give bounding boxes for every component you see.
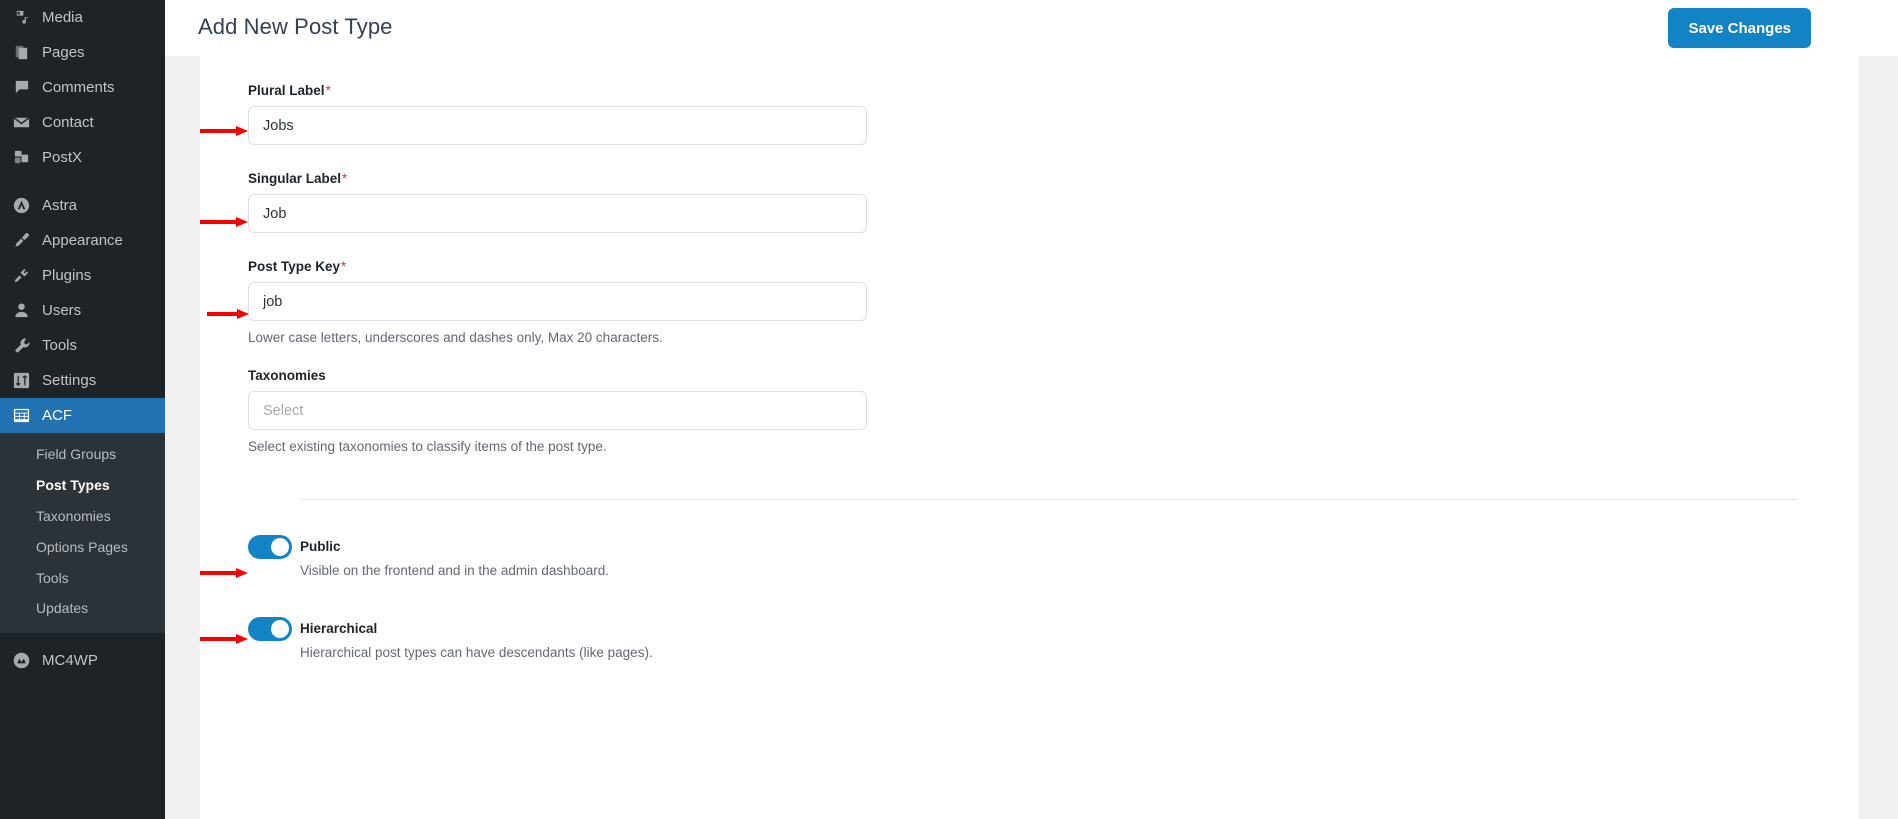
sidebar-item-media[interactable]: Media (0, 0, 165, 35)
admin-sidebar: Media Pages Comments Contact PostX Astra… (0, 0, 165, 819)
sidebar-item-label: Pages (42, 44, 85, 61)
singular-label-input[interactable] (248, 194, 867, 233)
form-inner: Plural Label* Singular Label* Post (200, 56, 1859, 660)
page-header: Add New Post Type Save Changes (165, 0, 1898, 56)
sidebar-item-label: Comments (42, 79, 115, 96)
sidebar-item-label: Settings (42, 372, 97, 389)
sidebar-item-users[interactable]: Users (0, 293, 165, 328)
post-type-form-panel: Plural Label* Singular Label* Post (200, 56, 1859, 819)
hierarchical-toggle-description: Hierarchical post types can have descend… (300, 645, 653, 660)
singular-label-text: Singular Label (248, 171, 342, 186)
public-toggle-description: Visible on the frontend and in the admin… (300, 563, 609, 578)
sidebar-item-label: Plugins (42, 267, 92, 284)
sidebar-item-acf[interactable]: ACF (0, 398, 165, 433)
postx-icon (11, 148, 31, 168)
hierarchical-toggle[interactable] (248, 617, 292, 641)
main-area: Add New Post Type Save Changes Plural La… (165, 0, 1898, 819)
post-type-key-text: Post Type Key (248, 259, 341, 274)
post-type-key-label: Post Type Key* (248, 259, 1859, 274)
plural-label-input[interactable] (248, 106, 867, 145)
public-toggle[interactable] (248, 535, 292, 559)
sidebar-item-mc4wp[interactable]: MC4WP (0, 643, 165, 678)
sidebar-item-tools[interactable]: Tools (0, 328, 165, 363)
field-post-type-key: Post Type Key* Lower case letters, under… (248, 259, 1859, 345)
taxonomies-help: Select existing taxonomies to classify i… (248, 439, 607, 454)
sidebar-item-label: Tools (42, 337, 78, 354)
appearance-brush-icon (11, 231, 31, 251)
sidebar-subitem-updates[interactable]: Updates (0, 593, 165, 624)
plural-label-text: Plural Label (248, 83, 325, 98)
sidebar-subitem-options-pages[interactable]: Options Pages (0, 532, 165, 563)
pages-icon (11, 43, 31, 63)
required-marker: * (325, 83, 331, 98)
post-type-key-help: Lower case letters, underscores and dash… (248, 330, 663, 345)
toggle-row-hierarchical: Hierarchical Hierarchical post types can… (248, 617, 1859, 660)
sidebar-item-label: Media (42, 9, 83, 26)
sidebar-item-label: ACF (42, 407, 72, 424)
media-icon (11, 8, 31, 28)
acf-grid-icon (11, 406, 31, 426)
sidebar-subitem-taxonomies[interactable]: Taxonomies (0, 501, 165, 532)
admin-screen: Media Pages Comments Contact PostX Astra… (0, 0, 1898, 819)
taxonomies-label: Taxonomies (248, 368, 1859, 383)
sidebar-subitem-field-groups[interactable]: Field Groups (0, 439, 165, 470)
sidebar-item-label: PostX (42, 149, 83, 166)
public-toggle-title: Public (300, 539, 341, 554)
field-plural-label: Plural Label* (248, 83, 1859, 145)
sidebar-separator (0, 175, 165, 188)
required-marker: * (342, 171, 348, 186)
acf-submenu: Field Groups Post Types Taxonomies Optio… (0, 433, 165, 634)
mc4wp-icon (11, 651, 31, 671)
taxonomies-label-text: Taxonomies (248, 368, 326, 383)
save-changes-button[interactable]: Save Changes (1668, 8, 1811, 48)
sidebar-item-pages[interactable]: Pages (0, 35, 165, 70)
tools-wrench-icon (11, 336, 31, 356)
required-marker: * (341, 259, 347, 274)
singular-label-label: Singular Label* (248, 171, 1859, 186)
sidebar-item-comments[interactable]: Comments (0, 70, 165, 105)
hierarchical-toggle-title: Hierarchical (300, 621, 378, 636)
sidebar-subitem-post-types[interactable]: Post Types (0, 470, 165, 501)
astra-icon (11, 196, 31, 216)
page-title: Add New Post Type (198, 14, 393, 39)
sidebar-item-appearance[interactable]: Appearance (0, 223, 165, 258)
users-icon (11, 301, 31, 321)
sidebar-item-postx[interactable]: PostX (0, 140, 165, 175)
taxonomies-select-input[interactable] (248, 391, 867, 430)
plural-label-label: Plural Label* (248, 83, 1859, 98)
settings-sliders-icon (11, 371, 31, 391)
sidebar-item-label: MC4WP (42, 652, 98, 670)
sidebar-item-label: Contact (42, 114, 94, 131)
comments-icon (11, 78, 31, 98)
sidebar-item-astra[interactable]: Astra (0, 188, 165, 223)
sidebar-item-settings[interactable]: Settings (0, 363, 165, 398)
sidebar-separator-bottom (0, 633, 165, 643)
plugins-plug-icon (11, 266, 31, 286)
sidebar-item-plugins[interactable]: Plugins (0, 258, 165, 293)
sidebar-item-contact[interactable]: Contact (0, 105, 165, 140)
sidebar-subitem-tools[interactable]: Tools (0, 563, 165, 594)
section-divider (300, 499, 1797, 500)
field-taxonomies: Taxonomies Select existing taxonomies to… (248, 368, 1859, 454)
post-type-key-input[interactable] (248, 282, 867, 321)
field-singular-label: Singular Label* (248, 171, 1859, 233)
contact-mail-icon (11, 113, 31, 133)
sidebar-item-label: Astra (42, 197, 78, 214)
sidebar-item-label: Appearance (42, 232, 123, 249)
toggle-row-public: Public Visible on the frontend and in th… (248, 535, 1859, 578)
sidebar-item-label: Users (42, 302, 82, 319)
